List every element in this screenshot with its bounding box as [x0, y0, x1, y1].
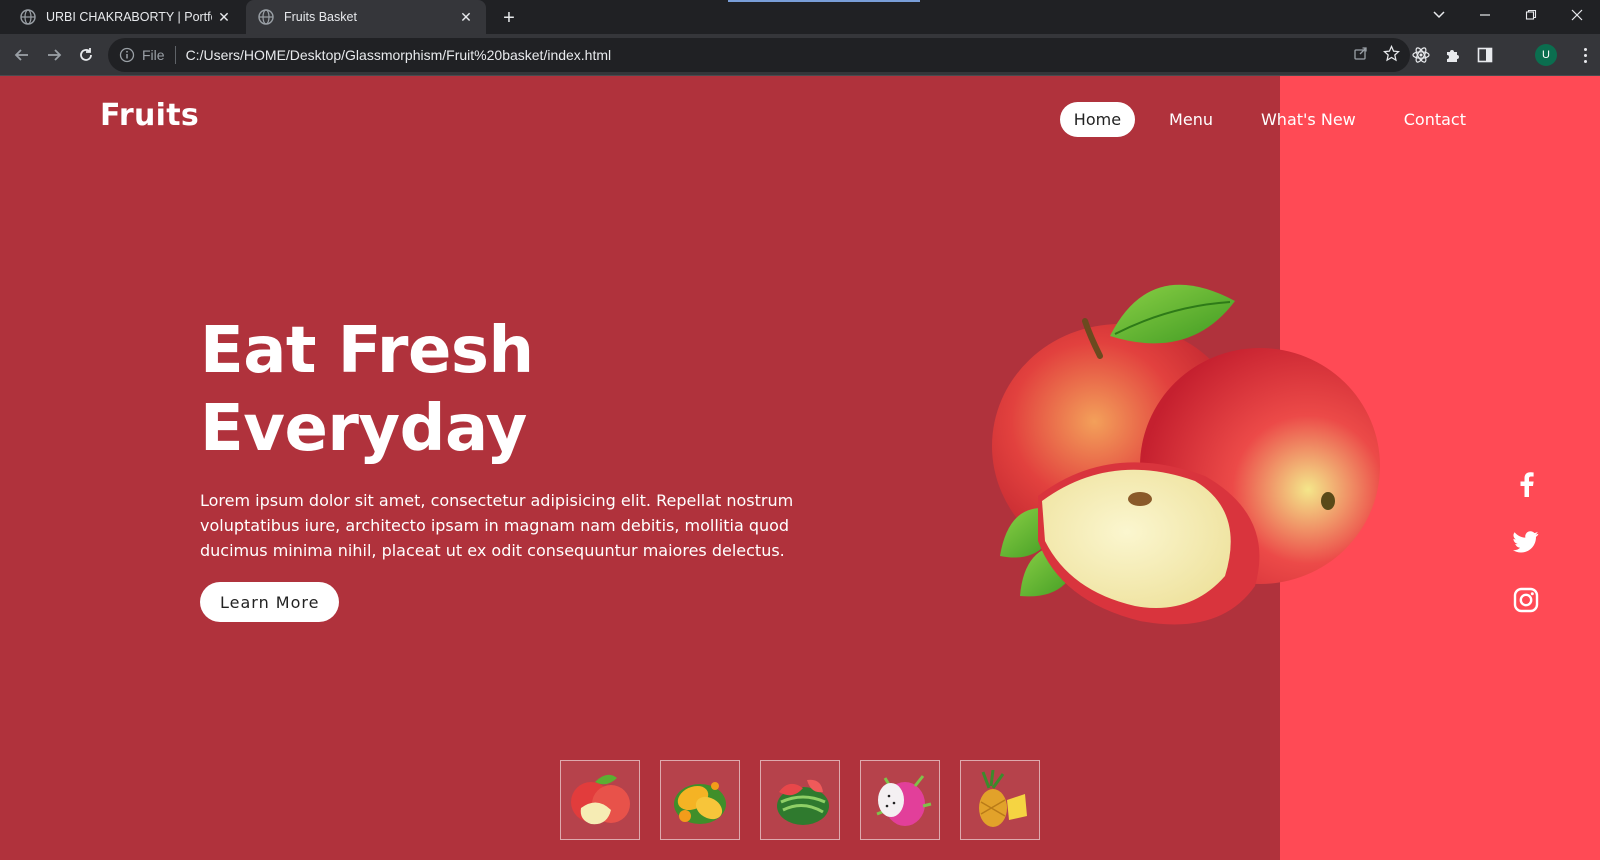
tab-fruits-basket[interactable]: Fruits Basket ✕: [246, 0, 486, 34]
apples-image: [990, 266, 1410, 636]
globe-icon: [258, 9, 274, 25]
fruit-thumbnails: [560, 760, 1040, 840]
close-tab-icon[interactable]: ✕: [212, 5, 236, 29]
divider: [174, 46, 176, 64]
thumbnail-mango[interactable]: [660, 760, 740, 840]
reload-icon[interactable]: [72, 41, 100, 69]
learn-more-button[interactable]: Learn More: [200, 582, 340, 622]
new-tab-button[interactable]: +: [496, 5, 522, 31]
tab-loading-indicator: [728, 0, 920, 2]
social-links: [1508, 466, 1544, 640]
url-text[interactable]: C:/Users/HOME/Desktop/Glassmorphism/Frui…: [186, 47, 612, 63]
thumbnail-apple[interactable]: [560, 760, 640, 840]
thumbnail-watermelon[interactable]: [760, 760, 840, 840]
react-devtools-icon[interactable]: [1410, 44, 1432, 66]
tab-portfolio[interactable]: URBI CHAKRABORTY | Portfolio ✕: [8, 0, 244, 34]
close-window-icon[interactable]: [1554, 0, 1600, 30]
close-tab-icon[interactable]: ✕: [454, 5, 478, 29]
url-scheme: File: [142, 47, 165, 63]
side-panel-icon[interactable]: [1474, 44, 1496, 66]
hero-title: Eat Fresh Everyday: [200, 312, 534, 468]
browser-tabstrip: URBI CHAKRABORTY | Portfolio ✕ Fruits Ba…: [0, 0, 1600, 34]
main-nav: Home Menu What's New Contact: [1059, 102, 1480, 137]
brand-logo[interactable]: Fruits: [100, 98, 199, 133]
thumbnail-pineapple[interactable]: [960, 760, 1040, 840]
forward-arrow-icon[interactable]: [40, 41, 68, 69]
browser-toolbar: File C:/Users/HOME/Desktop/Glassmorphism…: [0, 34, 1600, 76]
hero-title-line: Eat Fresh: [200, 314, 534, 388]
restore-icon[interactable]: [1508, 0, 1554, 30]
minimize-icon[interactable]: [1462, 0, 1508, 30]
hero-description: Lorem ipsum dolor sit amet, consectetur …: [200, 491, 794, 560]
page: Fruits Home Menu What's New Contact Eat …: [0, 76, 1600, 860]
tab-title: Fruits Basket: [284, 10, 357, 24]
back-arrow-icon[interactable]: [8, 41, 36, 69]
facebook-icon[interactable]: [1508, 466, 1544, 502]
nav-menu[interactable]: Menu: [1155, 102, 1227, 137]
nav-home[interactable]: Home: [1059, 102, 1136, 137]
browser-menu-icon[interactable]: [1578, 44, 1592, 66]
tab-title: URBI CHAKRABORTY | Portfolio: [46, 10, 212, 24]
share-icon[interactable]: [1353, 45, 1369, 65]
extensions-puzzle-icon[interactable]: [1442, 44, 1464, 66]
nav-contact[interactable]: Contact: [1390, 102, 1480, 137]
hero-title-line: Everyday: [200, 392, 527, 466]
address-bar[interactable]: File C:/Users/HOME/Desktop/Glassmorphism…: [108, 38, 1410, 72]
thumbnail-dragon-fruit[interactable]: [860, 760, 940, 840]
globe-icon: [20, 9, 36, 25]
tab-search-chevron-icon[interactable]: [1416, 0, 1462, 30]
twitter-icon[interactable]: [1508, 524, 1544, 560]
profile-avatar[interactable]: U: [1535, 44, 1557, 66]
site-info-icon[interactable]: [118, 46, 136, 64]
instagram-icon[interactable]: [1508, 582, 1544, 618]
bookmark-star-icon[interactable]: [1382, 44, 1401, 66]
nav-whats-new[interactable]: What's New: [1247, 102, 1370, 137]
